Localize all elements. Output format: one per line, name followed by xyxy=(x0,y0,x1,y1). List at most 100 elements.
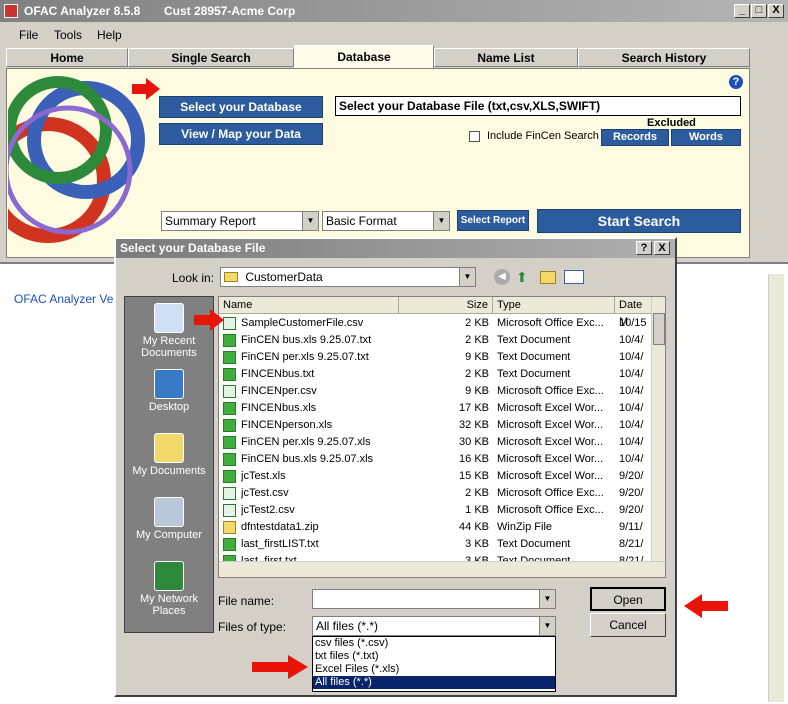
look-in-value: CustomerData xyxy=(245,270,323,284)
type-option[interactable]: Excel Files (*.xls) xyxy=(313,663,555,676)
type-option[interactable]: csv files (*.csv) xyxy=(313,637,555,650)
dialog-help-button[interactable]: ? xyxy=(636,241,652,255)
file-icon xyxy=(223,487,236,500)
place-network[interactable]: My Network Places xyxy=(125,561,213,617)
file-size: 2 KB xyxy=(465,487,489,499)
scrollbar[interactable] xyxy=(768,274,784,702)
file-name: FinCEN per.xls 9.25.07.xls xyxy=(241,436,371,448)
tab-home[interactable]: Home xyxy=(6,48,128,67)
dialog-close-button[interactable]: X xyxy=(654,241,670,255)
type-option-selected[interactable]: All files (*.*) xyxy=(313,676,555,689)
file-row[interactable]: FINCENbus.txt 2 KB Text Document 10/4/ xyxy=(219,366,651,383)
database-file-field[interactable]: Select your Database File (txt,csv,XLS,S… xyxy=(335,96,741,116)
chevron-down-icon[interactable]: ▼ xyxy=(302,212,318,230)
tab-single-search[interactable]: Single Search xyxy=(128,48,294,67)
red-arrow-icon xyxy=(194,309,224,331)
tab-database[interactable]: Database xyxy=(294,45,434,68)
file-row[interactable]: jcTest.csv 2 KB Microsoft Office Exc... 9/2… xyxy=(219,485,651,502)
places-bar: My Recent Documents Desktop My Documents… xyxy=(124,296,214,633)
file-type: Microsoft Excel Wor... xyxy=(497,402,604,414)
horizontal-scrollbar[interactable] xyxy=(219,561,665,577)
up-folder-icon[interactable]: ⬆ xyxy=(516,269,532,285)
file-icon xyxy=(223,419,236,432)
cancel-button[interactable]: Cancel xyxy=(590,613,666,637)
vertical-scrollbar[interactable] xyxy=(651,297,665,561)
look-in-select[interactable]: CustomerData ▼ xyxy=(220,267,476,287)
column-header-date[interactable]: Date M xyxy=(615,297,655,328)
file-size: 2 KB xyxy=(465,317,489,329)
view-menu-icon[interactable] xyxy=(564,270,584,284)
file-name: dfntestdata1.zip xyxy=(241,521,319,533)
file-row[interactable]: jcTest2.csv 1 KB Microsoft Office Exc... 9/… xyxy=(219,502,651,519)
file-name: FINCENperson.xls xyxy=(241,419,333,431)
file-name-input[interactable]: ▼ xyxy=(312,589,556,609)
place-my-documents[interactable]: My Documents xyxy=(125,433,213,477)
format-value: Basic Format xyxy=(326,214,397,228)
file-row[interactable]: FinCEN per.xls 9.25.07.txt 9 KB Text Docum… xyxy=(219,349,651,366)
chevron-down-icon[interactable]: ▼ xyxy=(539,617,555,635)
records-button[interactable]: Records xyxy=(601,129,669,146)
file-row[interactable]: dfntestdata1.zip 44 KB WinZip File 9/11/ xyxy=(219,519,651,536)
back-icon[interactable]: ◀ xyxy=(494,269,510,285)
new-folder-icon[interactable] xyxy=(540,271,556,284)
menu-help[interactable]: Help xyxy=(97,28,122,42)
file-row[interactable]: SampleCustomerFile.csv 2 KB Microsoft Offi… xyxy=(219,315,651,332)
menu-tools[interactable]: Tools xyxy=(54,28,82,42)
file-date: 9/11/ xyxy=(619,521,643,533)
file-type: Text Document xyxy=(497,351,571,363)
file-row[interactable]: jcTest.xls 15 KB Microsoft Excel Wor... 9/2… xyxy=(219,468,651,485)
file-row[interactable]: FINCENperson.xls 32 KB Microsoft Excel Wor… xyxy=(219,417,651,434)
maximize-button[interactable]: □ xyxy=(751,4,767,18)
file-icon xyxy=(223,538,236,551)
select-database-button[interactable]: Select your Database xyxy=(159,96,323,118)
database-panel: Select your Database View / Map your Dat… xyxy=(6,68,750,258)
file-name: FINCENbus.txt xyxy=(241,368,315,380)
file-row[interactable]: FINCENper.csv 9 KB Microsoft Office Exc...… xyxy=(219,383,651,400)
scroll-thumb[interactable] xyxy=(653,313,665,345)
place-desktop[interactable]: Desktop xyxy=(125,369,213,413)
file-size: 3 KB xyxy=(465,538,489,550)
open-button[interactable]: Open xyxy=(590,587,666,611)
chevron-down-icon[interactable]: ▼ xyxy=(539,590,555,608)
column-header-type[interactable]: Type xyxy=(493,297,615,314)
file-row[interactable]: FinCEN bus.xls 9.25.07.xls 16 KB Microsoft… xyxy=(219,451,651,468)
start-search-button[interactable]: Start Search xyxy=(537,209,741,233)
file-date: 10/4/ xyxy=(619,436,644,448)
file-row[interactable]: last_firstLIST.txt 3 KB Text Document 8/21/ xyxy=(219,536,651,553)
file-date: 10/4/ xyxy=(619,334,644,346)
file-size: 2 KB xyxy=(465,368,489,380)
column-header-name[interactable]: Name xyxy=(219,297,399,314)
file-row[interactable]: FINCENbus.xls 17 KB Microsoft Excel Wor...… xyxy=(219,400,651,417)
file-size: 32 KB xyxy=(459,419,489,431)
red-arrow-icon xyxy=(132,78,160,100)
file-date: 10/4/ xyxy=(619,385,644,397)
minimize-button[interactable]: _ xyxy=(734,4,750,18)
close-button[interactable]: X xyxy=(768,4,784,18)
chevron-down-icon[interactable]: ▼ xyxy=(433,212,449,230)
file-name: jcTest.xls xyxy=(241,470,286,482)
customer-label: Cust 28957-Acme Corp xyxy=(164,4,296,18)
help-icon[interactable]: ? xyxy=(729,75,743,89)
file-row[interactable]: FinCEN bus.xls 9.25.07.txt 2 KB Text Docum… xyxy=(219,332,651,349)
chevron-down-icon[interactable]: ▼ xyxy=(459,268,475,286)
file-type: Microsoft Office Exc... xyxy=(497,385,604,397)
column-header-size[interactable]: Size xyxy=(399,297,493,314)
format-select[interactable]: Basic Format ▼ xyxy=(322,211,450,231)
excluded-label: Excluded xyxy=(647,117,696,129)
files-of-type-select[interactable]: All files (*.*) ▼ xyxy=(312,616,556,636)
menu-file[interactable]: File xyxy=(19,28,38,42)
file-type: WinZip File xyxy=(497,521,553,533)
tab-search-history[interactable]: Search History xyxy=(578,48,750,67)
select-report-button[interactable]: Select Report xyxy=(457,210,529,231)
report-type-select[interactable]: Summary Report ▼ xyxy=(161,211,319,231)
place-my-computer[interactable]: My Computer xyxy=(125,497,213,541)
file-date: 10/4/ xyxy=(619,419,644,431)
view-map-data-button[interactable]: View / Map your Data xyxy=(159,123,323,145)
type-option[interactable]: txt files (*.txt) xyxy=(313,650,555,663)
words-button[interactable]: Words xyxy=(671,129,741,146)
file-row[interactable]: FinCEN per.xls 9.25.07.xls 30 KB Microsoft… xyxy=(219,434,651,451)
file-date: 9/20/ xyxy=(619,487,644,499)
file-name: jcTest2.csv xyxy=(241,504,295,516)
fincen-checkbox[interactable] xyxy=(469,131,480,142)
tab-name-list[interactable]: Name List xyxy=(434,48,578,67)
